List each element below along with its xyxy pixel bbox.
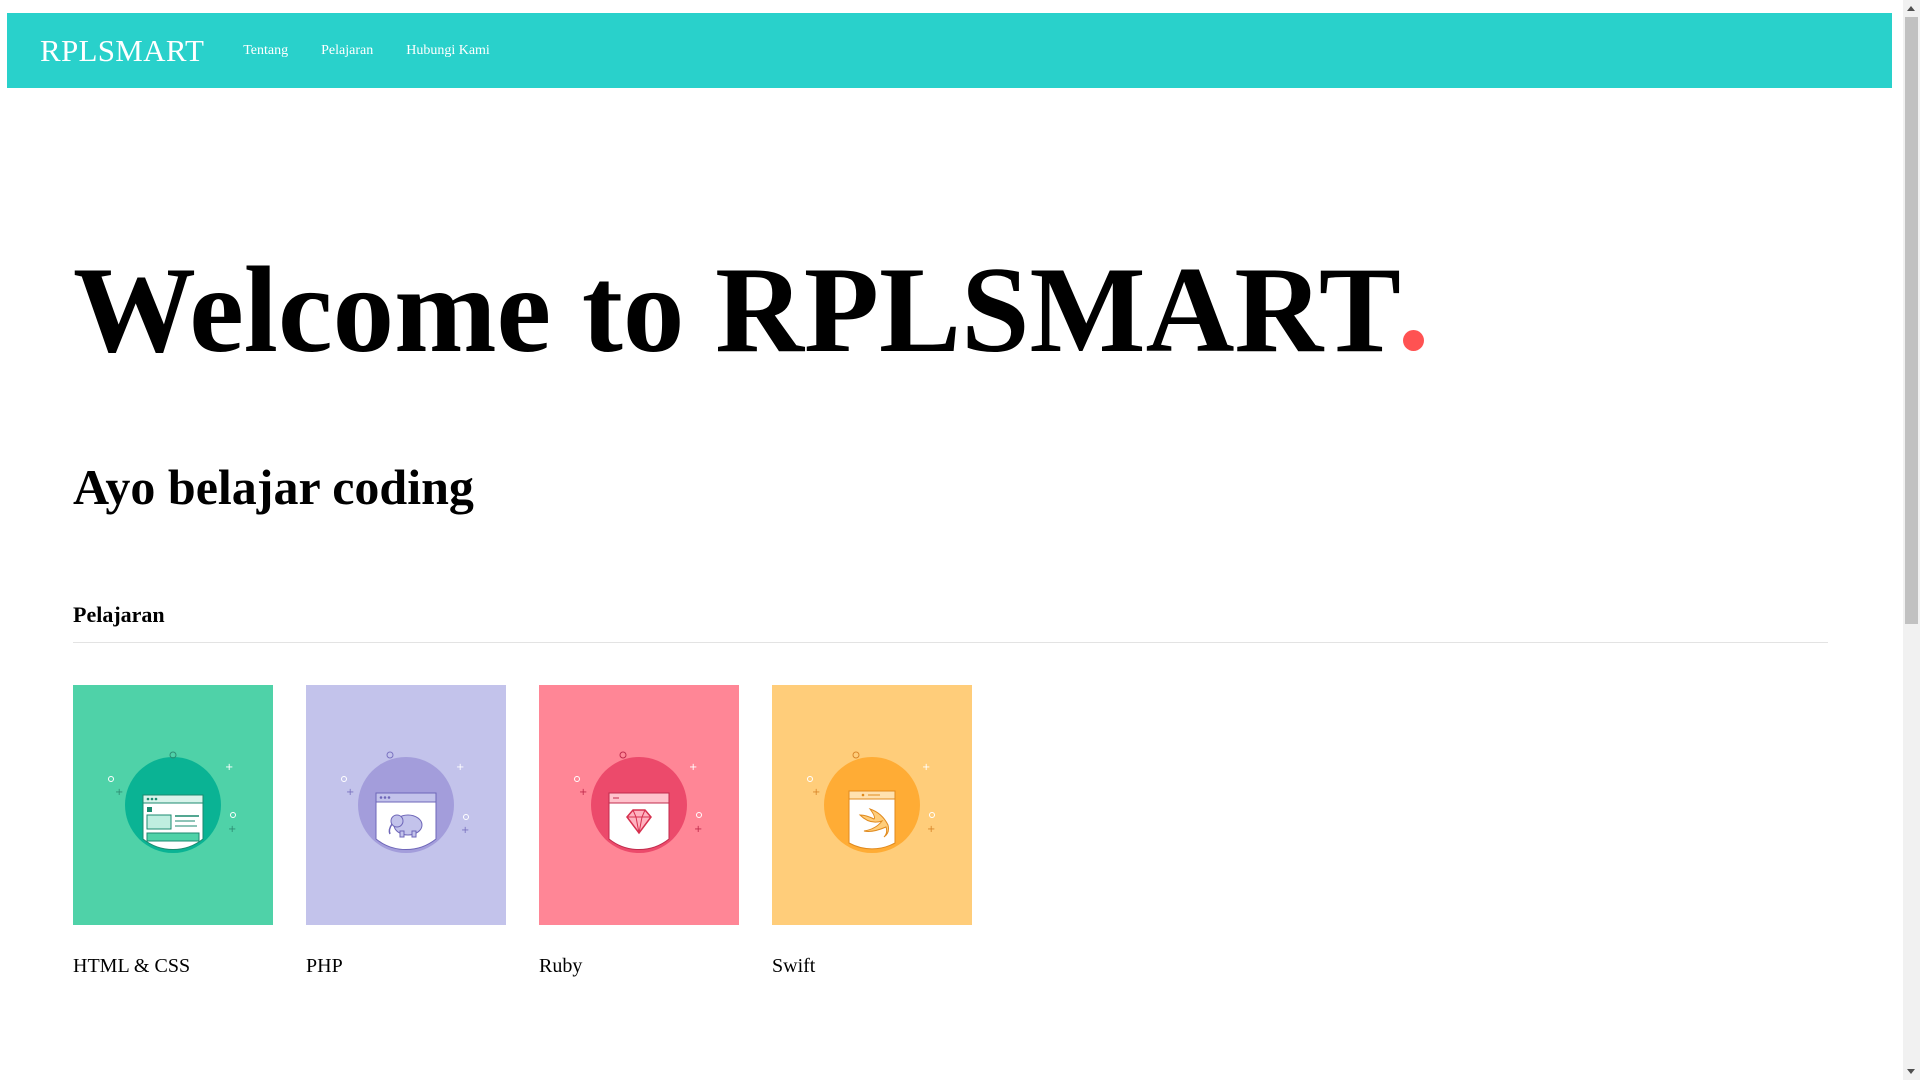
php-elephant-icon: + + + <box>341 751 469 853</box>
svg-text:+: + <box>927 824 935 835</box>
svg-text:+: + <box>579 787 587 798</box>
section-divider <box>73 642 1828 643</box>
svg-text:+: + <box>228 824 236 835</box>
course-card-swift[interactable]: + + + Swift <box>772 685 972 978</box>
course-card-php[interactable]: + + + PHP <box>306 685 506 978</box>
hero-title-text: Welcome to RPLSMART <box>73 241 1401 378</box>
swift-bird-icon: + + + <box>807 751 935 853</box>
course-thumbnail[interactable]: + + + <box>73 685 273 925</box>
course-label[interactable]: PHP <box>306 955 506 978</box>
nav-link-hubungi-kami[interactable]: Hubungi Kami <box>406 43 490 59</box>
brand-logo[interactable]: RPLSMART <box>40 33 204 69</box>
course-label[interactable]: Ruby <box>539 955 739 978</box>
course-label[interactable]: Swift <box>772 955 972 978</box>
svg-text:+: + <box>461 825 469 836</box>
svg-text:+: + <box>225 762 233 773</box>
svg-text:+: + <box>346 787 354 798</box>
svg-text:+: + <box>812 787 820 798</box>
section-title: Pelajaran <box>73 602 165 627</box>
svg-text:+: + <box>115 787 123 798</box>
course-thumbnail[interactable]: + + + <box>306 685 506 925</box>
scrollbar-thumb[interactable] <box>1905 17 1918 624</box>
nav-links: Tentang Pelajaran Hubungi Kami <box>243 43 523 59</box>
nav-link-tentang[interactable]: Tentang <box>243 43 288 59</box>
scroll-down-arrow-icon[interactable] <box>1907 1069 1915 1074</box>
svg-text:+: + <box>694 824 702 835</box>
course-thumbnail[interactable]: + + + <box>539 685 739 925</box>
hero-title: Welcome to RPLSMART <box>73 248 1424 371</box>
course-card-ruby[interactable]: + + + Ruby <box>539 685 739 978</box>
svg-text:+: + <box>689 762 697 773</box>
nav-link-pelajaran[interactable]: Pelajaran <box>321 43 373 59</box>
html-css-window-icon: + + + <box>108 751 236 853</box>
subtitle: Ayo belajar coding <box>73 459 474 515</box>
course-list: + + + HTML & CSS + + + PHP + + + Ruby + … <box>73 685 1005 978</box>
ruby-gem-icon: + + + <box>574 751 702 853</box>
svg-text:+: + <box>456 762 464 773</box>
course-label[interactable]: HTML & CSS <box>73 955 273 978</box>
scroll-up-arrow-icon[interactable] <box>1907 6 1915 11</box>
course-card-html-css[interactable]: + + + HTML & CSS <box>73 685 273 978</box>
course-thumbnail[interactable]: + + + <box>772 685 972 925</box>
svg-text:+: + <box>922 762 930 773</box>
hero-dot <box>1402 330 1424 351</box>
navbar: RPLSMART Tentang Pelajaran Hubungi Kami <box>7 13 1892 88</box>
vertical-scrollbar[interactable] <box>1903 0 1920 1080</box>
